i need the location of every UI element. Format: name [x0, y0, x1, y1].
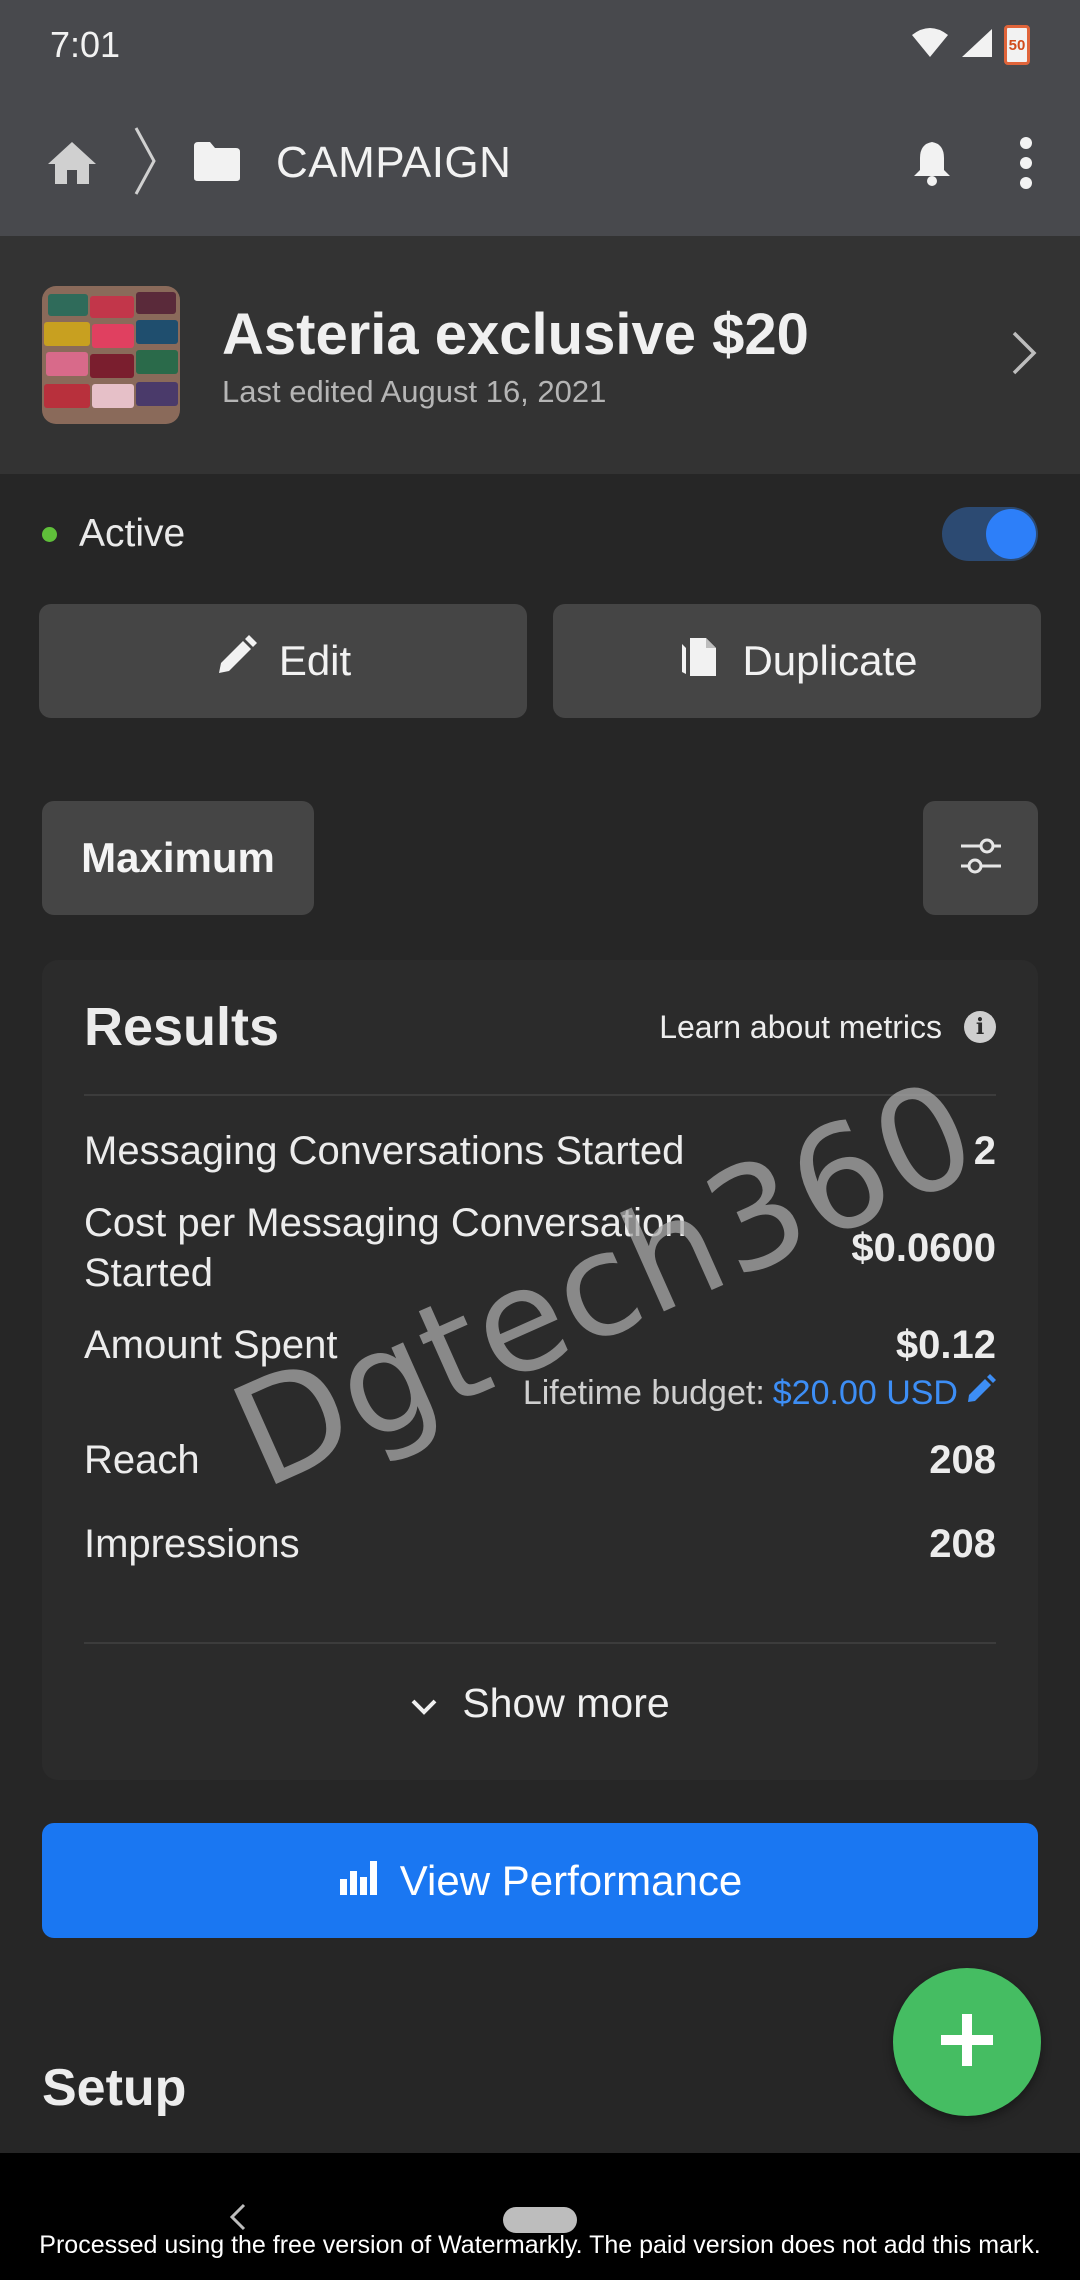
metric-row: Reach 208	[84, 1435, 996, 1485]
watermark-note: Processed using the free version of Wate…	[39, 2231, 1041, 2259]
learn-label: Learn about metrics	[659, 1008, 942, 1045]
status-row: Active	[42, 505, 1038, 563]
metric-label: Reach	[84, 1438, 200, 1482]
campaign-info: Asteria exclusive $20 Last edited August…	[222, 301, 1010, 410]
duplicate-button[interactable]: Duplicate	[553, 604, 1041, 718]
info-icon: i	[964, 1011, 996, 1043]
bar-chart-icon	[338, 1857, 378, 1905]
battery-icon: 50	[1004, 25, 1030, 65]
results-title: Results	[84, 997, 280, 1057]
create-fab[interactable]	[893, 1968, 1041, 2116]
chevron-right-icon[interactable]	[1010, 329, 1038, 382]
campaign-header[interactable]: Asteria exclusive $20 Last edited August…	[0, 236, 1080, 474]
results-card: Results Learn about metrics i Messaging …	[42, 960, 1038, 1780]
view-performance-label: View Performance	[399, 1856, 743, 1904]
duplicate-icon	[676, 634, 720, 688]
folder-icon[interactable]	[192, 140, 242, 187]
wifi-icon	[910, 27, 950, 64]
show-more-button[interactable]: Show more	[42, 1644, 1038, 1762]
top-nav-bar: CAMPAIGN	[0, 90, 1080, 236]
campaign-name: Asteria exclusive $20	[222, 301, 809, 367]
setup-heading: Setup	[42, 2059, 187, 2117]
metric-row: Amount Spent $0.12	[84, 1320, 996, 1370]
active-toggle[interactable]	[942, 507, 1038, 561]
pencil-icon	[966, 1374, 996, 1413]
page-title: CAMPAIGN	[276, 138, 512, 187]
home-pill[interactable]	[503, 2207, 577, 2233]
budget-amount: $20.00 USD	[772, 1374, 958, 1412]
sliders-icon	[959, 838, 1003, 879]
metric-row: Cost per Messaging Conversation Started …	[84, 1198, 996, 1298]
metric-label: Impressions	[84, 1522, 300, 1566]
view-performance-button[interactable]: View Performance	[42, 1823, 1038, 1938]
plus-icon	[939, 2012, 995, 2073]
metric-row: Messaging Conversations Started 2	[84, 1126, 996, 1176]
nav-actions	[912, 135, 1034, 191]
learn-about-metrics-link[interactable]: Learn about metrics i	[659, 1009, 996, 1046]
metric-value: 2	[973, 1128, 996, 1173]
status-icons: 50	[910, 25, 1030, 65]
chevron-right-icon	[132, 126, 158, 201]
status-bar: 7:01 50	[0, 0, 1080, 90]
status-time: 7:01	[50, 24, 121, 65]
show-more-label: Show more	[462, 1679, 670, 1726]
last-edited: Last edited August 16, 2021	[222, 373, 607, 409]
chevron-down-icon	[410, 1680, 438, 1727]
toggle-knob	[986, 509, 1036, 559]
signal-icon	[960, 27, 994, 64]
bell-icon[interactable]	[912, 140, 952, 186]
home-icon[interactable]	[46, 140, 98, 186]
status-indicator: Active	[42, 512, 185, 556]
system-nav-bar: Processed using the free version of Wate…	[0, 2153, 1080, 2280]
pencil-icon	[215, 635, 257, 687]
metric-value: 208	[929, 1521, 996, 1566]
metric-row: Impressions 208	[84, 1519, 996, 1569]
metric-label: Amount Spent	[84, 1323, 338, 1367]
metric-value: 208	[929, 1437, 996, 1482]
lifetime-budget[interactable]: Lifetime budget: $20.00 USD	[84, 1374, 996, 1413]
metric-value: $0.0600	[851, 1225, 996, 1270]
breadcrumb: CAMPAIGN	[46, 126, 912, 201]
results-header: Results Learn about metrics i	[84, 960, 996, 1096]
status-label: Active	[79, 512, 186, 555]
duplicate-label: Duplicate	[742, 637, 918, 684]
metric-label: Messaging Conversations Started	[84, 1129, 685, 1173]
metric-label: Cost per Messaging Conversation Started	[84, 1201, 687, 1295]
more-options-icon[interactable]	[1018, 135, 1034, 191]
campaign-thumbnail	[42, 286, 180, 424]
metric-value: $0.12	[895, 1322, 996, 1367]
edit-button[interactable]: Edit	[39, 604, 527, 718]
active-dot	[42, 526, 57, 542]
budget-label: Lifetime budget:	[522, 1374, 765, 1412]
filter-button[interactable]	[923, 801, 1038, 915]
date-range-button[interactable]: Maximum	[42, 801, 314, 915]
edit-label: Edit	[278, 637, 352, 684]
